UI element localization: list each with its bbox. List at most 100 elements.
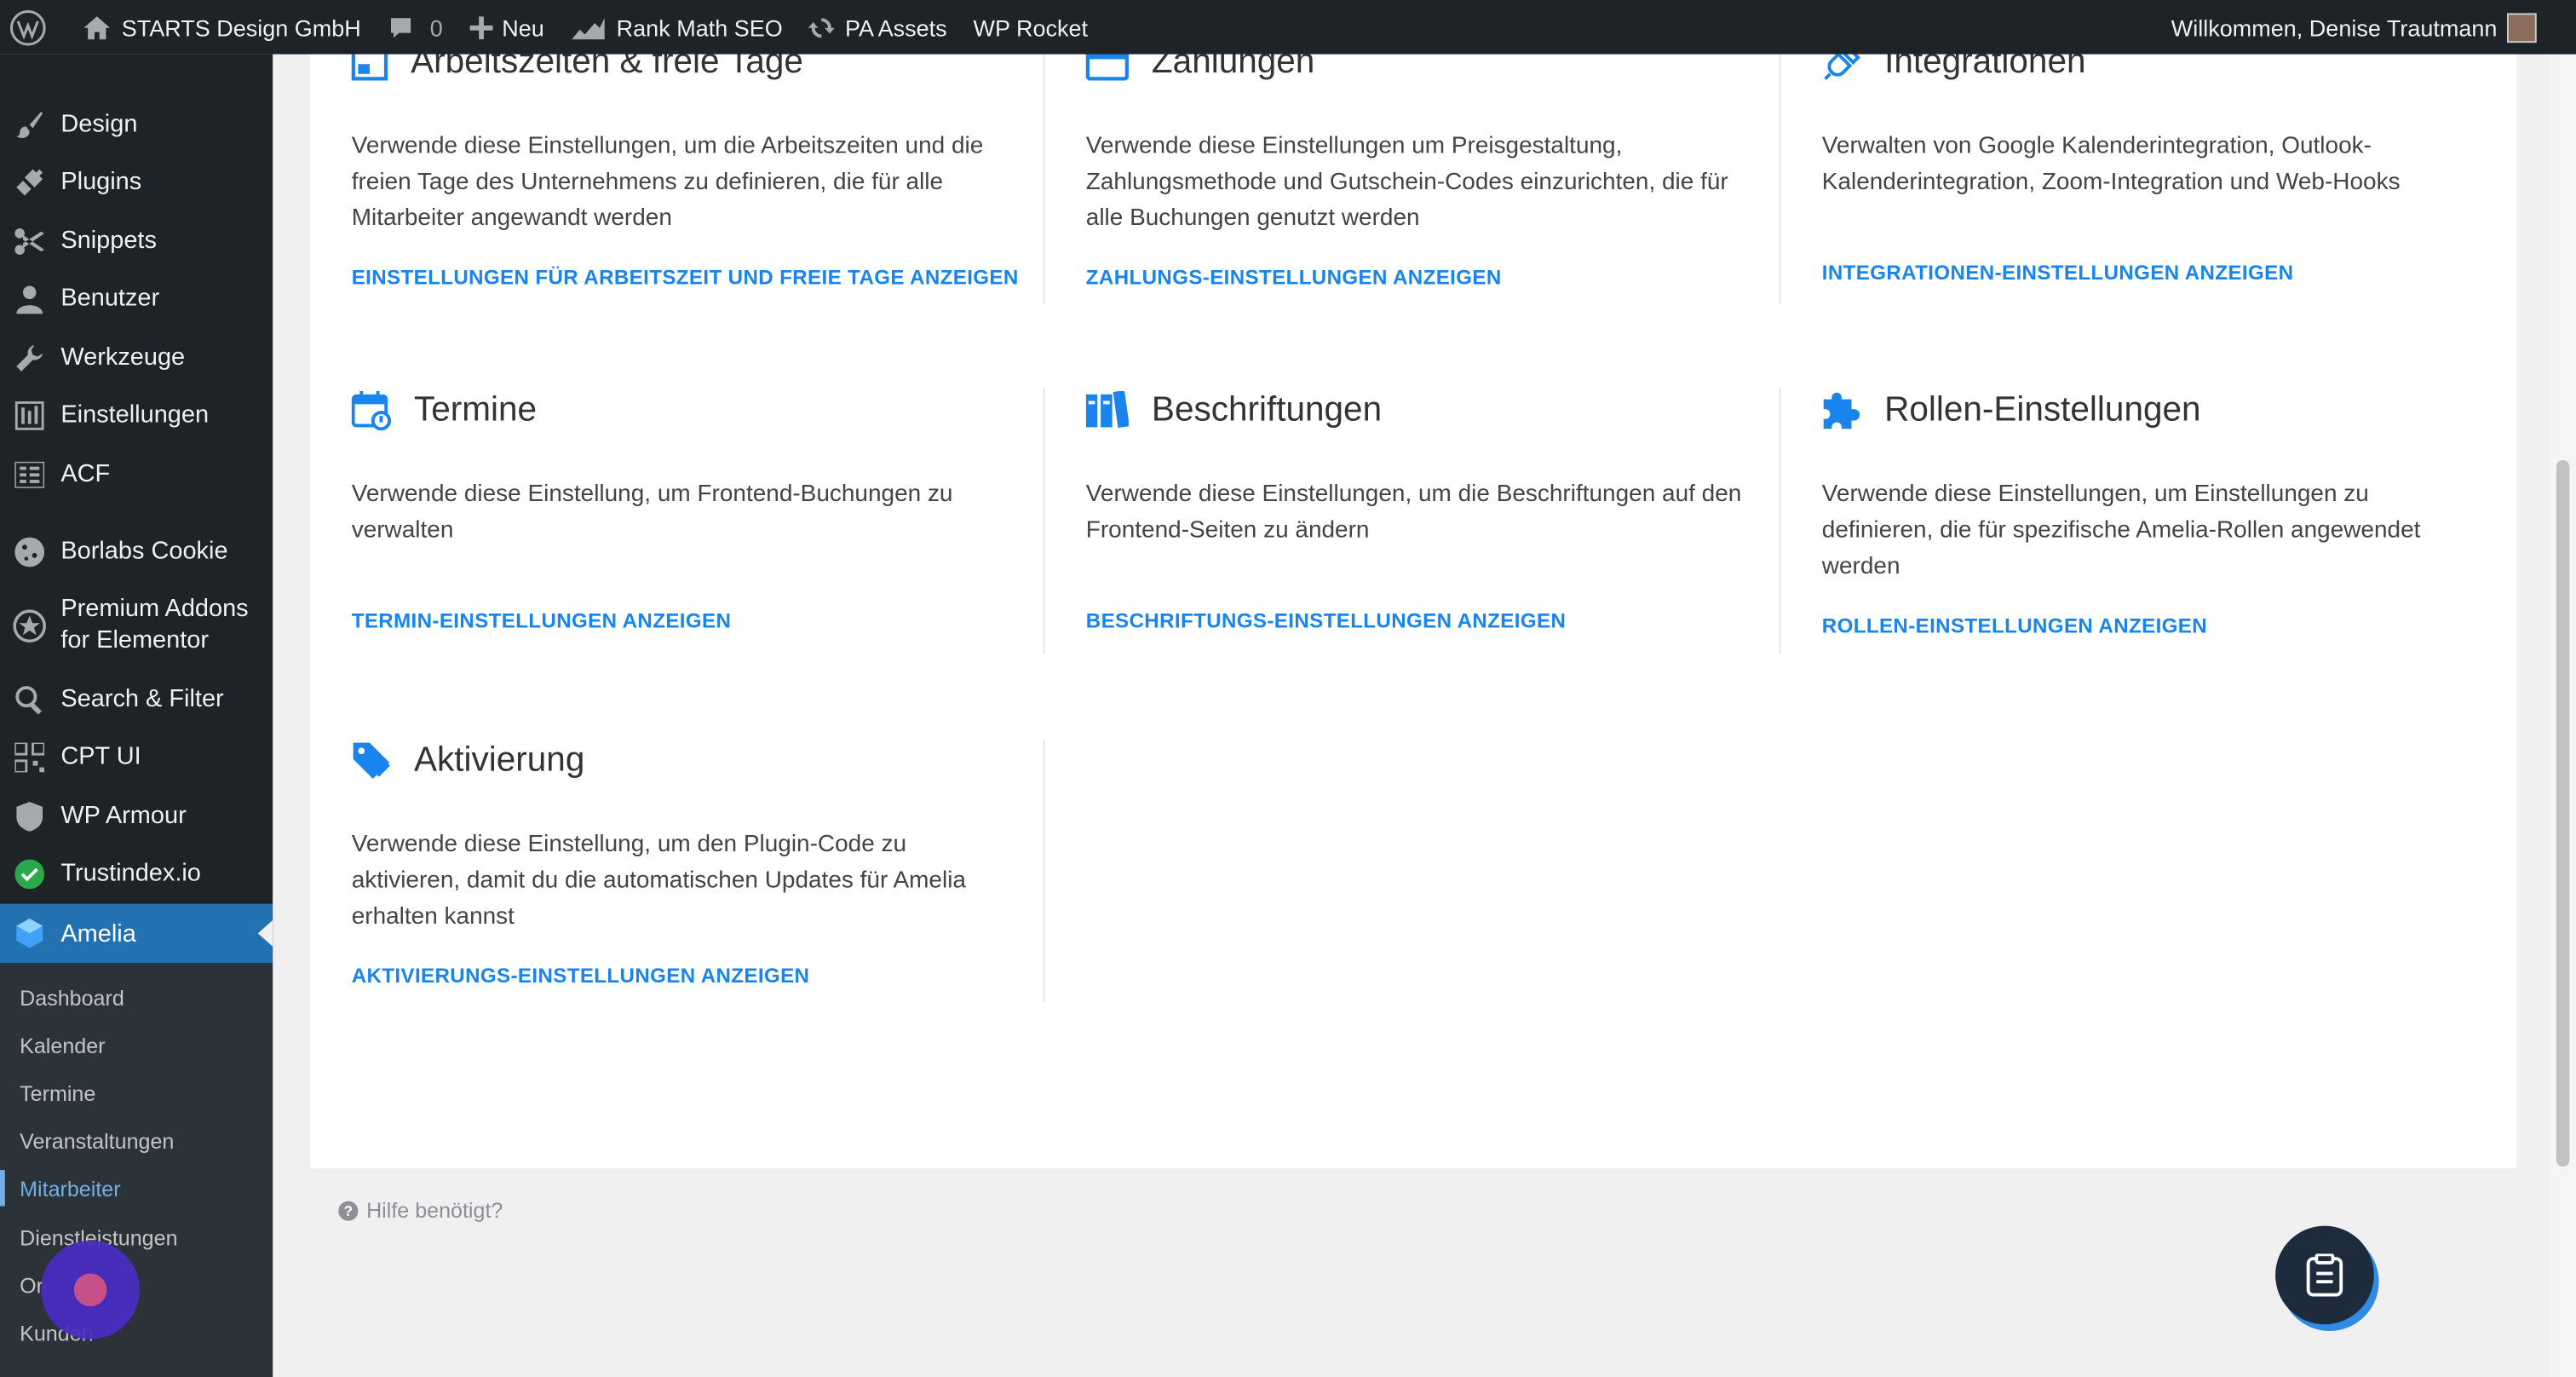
rank-math-link[interactable]: Rank Math SEO [557,0,796,55]
sidebar-item-label: Benutzer [60,284,160,313]
sliders-icon [13,399,46,432]
card-title: Aktivierung [352,740,585,781]
record-dot-icon [73,1273,107,1307]
submenu-item-mitarbeiter[interactable]: Mitarbeiter [20,1177,120,1201]
amelia-icon [13,917,46,950]
sidebar-item-label: Plugins [60,167,142,196]
card-description: Verwende diese Einstellung, um Frontend-… [351,481,953,544]
comments-count: 0 [429,14,443,41]
sidebar-item-label: Borlabs Cookie [60,537,228,566]
refresh-icon [808,17,836,37]
grid-icon [13,458,46,491]
sidebar-item-label: WP Armour [60,802,187,830]
submenu-item-dashboard[interactable]: Dashboard [20,986,124,1011]
amelia-submenu: Dashboard Kalender Termine Veranstaltung… [0,963,273,1377]
cookie-icon [13,535,46,568]
wordpress-logo-button[interactable] [0,0,69,55]
card-description: Verwende diese Einstellungen, um Einstel… [1821,481,2421,580]
floating-clipboard-button[interactable] [2275,1225,2374,1325]
divider [1779,54,1781,304]
comments-link[interactable]: 0 [374,0,456,55]
sidebar-item-premium-addons[interactable]: Premium Addons for Elementor [0,593,273,665]
sidebar-item-cpt-ui[interactable]: CPT UI [0,736,273,777]
wp-rocket-label: WP Rocket [973,14,1089,41]
sidebar-item-trustindex[interactable]: Trustindex.io [0,853,273,894]
card-title: Termine [351,390,537,431]
user-icon [13,282,46,315]
new-content-link[interactable]: Neu [456,0,557,55]
scrollbar-thumb[interactable] [2556,459,2570,1167]
termin-settings-link[interactable]: TERMIN-EINSTELLUNGEN ANZEIGEN [352,609,732,632]
sidebar-item-label: Premium Addons for Elementor [60,595,249,654]
divider [1043,388,1045,654]
rollen-settings-link[interactable]: ROLLEN-EINSTELLUNGEN ANZEIGEN [1822,614,2207,637]
sidebar-item-search-filter[interactable]: Search & Filter [0,678,273,719]
sidebar-item-werkzeuge[interactable]: Werkzeuge [0,337,273,377]
sidebar-item-snippets[interactable]: Snippets [0,220,273,261]
books-icon [1085,390,1129,428]
recording-widget-button[interactable] [41,1240,140,1340]
sidebar-item-borlabs-cookie[interactable]: Borlabs Cookie [0,531,273,572]
my-account-link[interactable]: Willkommen, Denise Trautmann [2171,0,2537,55]
search-icon [13,683,46,716]
aktivierungs-settings-link[interactable]: AKTIVIERUNGS-EINSTELLUNGEN ANZEIGEN [352,965,810,988]
arbeitszeit-settings-link[interactable]: EINSTELLUNGEN FÜR ARBEITSZEIT UND FREIE … [352,266,1019,289]
calendar-icon [351,390,391,431]
sidebar-item-amelia[interactable]: Amelia [0,903,273,964]
pa-assets-link[interactable]: PA Assets [796,0,960,55]
wordpress-icon [9,9,46,45]
pa-assets-label: PA Assets [845,14,947,41]
active-indicator [257,919,273,947]
sidebar-item-acf[interactable]: ACF [0,453,273,494]
sidebar-item-label: Trustindex.io [60,859,201,888]
sidebar-item-design[interactable]: Design [0,103,273,144]
tag-icon [353,742,390,780]
brush-icon [13,107,46,141]
admin-bar: STARTS Design GmbH 0 Neu Rank Math SEO P… [0,0,2576,55]
card-description: Verwende diese Einstellung, um den Plugi… [351,831,966,930]
site-name: STARTS Design GmbH [121,14,361,41]
submenu-item-termine[interactable]: Termine [20,1081,95,1106]
submenu-item-veranstaltungen[interactable]: Veranstaltungen [20,1129,174,1154]
integrationen-settings-link[interactable]: INTEGRATIONEN-EINSTELLUNGEN ANZEIGEN [1822,262,2294,285]
site-name-link[interactable]: STARTS Design GmbH [69,0,374,55]
card-title: Rollen-Einstellungen [1822,391,2201,430]
qr-icon [13,740,46,774]
sidebar-item-benutzer[interactable]: Benutzer [0,278,273,319]
clipboard-icon [2306,1253,2343,1297]
sidebar-item-label: Search & Filter [60,685,224,713]
question-icon: ? [338,1200,359,1220]
divider [1779,388,1781,654]
current-submenu-indicator [0,1170,5,1207]
sidebar-item-label: Einstellungen [60,400,210,429]
beschriftungs-settings-link[interactable]: BESCHRIFTUNGS-EINSTELLUNGEN ANZEIGEN [1086,609,1566,632]
star-icon [13,609,46,642]
puzzle-icon [1823,392,1860,429]
sidebar-item-plugins[interactable]: Plugins [0,161,273,202]
submenu-item-orte[interactable]: Or [20,1274,43,1299]
new-label: Neu [502,14,544,41]
card-description: Verwende diese Einstellungen, um die Bes… [1085,481,1742,544]
shield-icon [13,799,46,833]
card-description: Verwende diese Einstellungen um Preisges… [1085,133,1728,232]
divider [1043,54,1045,304]
admin-sidebar: Design Plugins Snippets Benutzer Werkzeu… [0,54,273,1377]
wp-rocket-link[interactable]: WP Rocket [960,0,1101,55]
sidebar-item-label: Snippets [60,227,157,255]
card-description: Verwende diese Einstellungen, um die Arb… [351,133,984,232]
card-title-text: Beschriftungen [1151,390,1383,429]
card-title-text: Aktivierung [413,740,585,780]
plug-icon [13,165,46,199]
wrench-icon [13,341,46,374]
sidebar-item-einstellungen[interactable]: Einstellungen [0,395,273,435]
home-icon [83,15,111,39]
rank-math-label: Rank Math SEO [616,14,783,41]
sidebar-item-label: Werkzeuge [60,343,186,372]
help-link[interactable]: ? Hilfe benötigt? [338,1198,503,1223]
check-circle-icon [13,857,46,890]
submenu-item-kalender[interactable]: Kalender [20,1034,105,1058]
welcome-text: Willkommen, Denise Trautmann [2171,14,2498,41]
sidebar-item-wp-armour[interactable]: WP Armour [0,795,273,836]
zahlungs-settings-link[interactable]: ZAHLUNGS-EINSTELLUNGEN ANZEIGEN [1086,266,1502,289]
sidebar-item-label: ACF [60,459,111,488]
